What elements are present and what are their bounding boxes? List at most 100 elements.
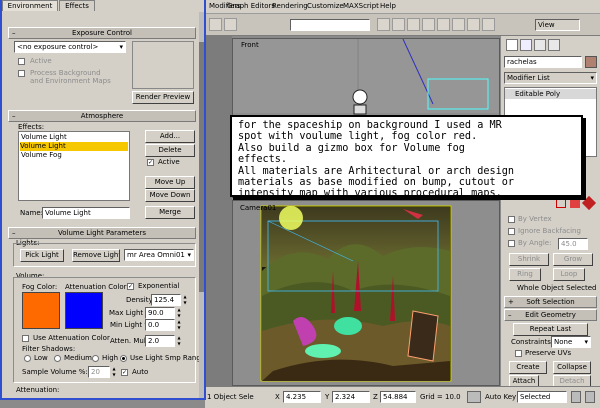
low-radio[interactable] <box>24 355 31 362</box>
element-icon[interactable] <box>581 195 597 211</box>
render-preview-button[interactable]: Render Preview <box>132 91 194 104</box>
align-icon[interactable] <box>392 18 405 31</box>
menu-graph-editors[interactable]: Graph Editors <box>227 2 275 10</box>
ring-button[interactable]: Ring <box>509 268 541 281</box>
atten-mult-field[interactable]: 2.0 <box>145 335 175 347</box>
tab-environment[interactable]: Environment <box>2 0 58 11</box>
loop-button[interactable]: Loop <box>553 268 585 281</box>
collapse-button[interactable]: Collapse <box>553 361 591 374</box>
shrink-button[interactable]: Shrink <box>509 253 549 266</box>
stack-item-editable-poly[interactable]: Editable Poly <box>505 89 596 99</box>
border-icon[interactable] <box>556 198 566 208</box>
volume-light-parameters-rollout[interactable]: – Volume Light Parameters <box>8 227 196 239</box>
key-filter-dropdown[interactable]: Selected <box>517 391 567 403</box>
modifier-list-dropdown[interactable]: Modifier List ▾ <box>504 72 597 84</box>
select-move-icon[interactable] <box>224 18 237 31</box>
by-vertex-checkbox[interactable] <box>508 216 515 223</box>
create-button[interactable]: Create <box>509 361 547 374</box>
density-field[interactable]: 125.4 <box>151 294 181 306</box>
medium-radio[interactable] <box>54 355 61 362</box>
curve-editor-icon[interactable] <box>422 18 435 31</box>
min-light-spinner[interactable]: ▲ ▼ <box>176 319 182 331</box>
effect-name-field[interactable]: Volume Light <box>42 207 130 219</box>
menu-rendering[interactable]: Rendering <box>272 2 308 10</box>
mirror-icon[interactable] <box>377 18 390 31</box>
render-setup-icon[interactable] <box>467 18 480 31</box>
material-editor-icon[interactable] <box>452 18 465 31</box>
dialog-scrollbar-thumb[interactable] <box>199 42 204 292</box>
hierarchy-tab-icon[interactable] <box>534 39 546 51</box>
remove-light-button[interactable]: Remove Light <box>72 249 120 262</box>
constraints-dropdown[interactable]: None ▾ <box>551 336 591 348</box>
use-light-smp-range-radio[interactable] <box>120 355 127 362</box>
edit-geometry-rollout[interactable]: – Edit Geometry <box>504 309 597 321</box>
name-label: Name: <box>20 209 44 217</box>
medium-label: Medium <box>64 354 92 362</box>
view-dropdown[interactable]: View <box>535 19 580 31</box>
named-selection-field[interactable] <box>290 19 370 31</box>
zoom-icon[interactable] <box>571 391 581 403</box>
exposure-control-rollout[interactable]: – Exposure Control <box>8 27 196 39</box>
soft-selection-rollout[interactable]: + Soft Selection <box>504 296 597 308</box>
viewport-label-camera[interactable]: Camera01 <box>240 204 276 213</box>
max-light-field[interactable]: 90.0 <box>145 307 175 319</box>
atten-mult-spinner[interactable]: ▲ ▼ <box>176 335 182 347</box>
effect-item-volume-light[interactable]: Volume Light <box>21 133 129 142</box>
polygon-icon[interactable] <box>570 198 580 208</box>
max-light-spinner[interactable]: ▲ ▼ <box>176 307 182 319</box>
x-coord-field[interactable]: 4.235 <box>283 391 321 403</box>
by-angle-field[interactable]: 45.0 <box>558 238 588 250</box>
pan-icon[interactable] <box>585 391 595 403</box>
process-background-checkbox[interactable] <box>18 70 25 77</box>
object-color-swatch[interactable] <box>585 56 597 68</box>
density-spinner[interactable]: ▲ ▼ <box>182 294 188 306</box>
fog-color-swatch[interactable] <box>22 292 60 329</box>
exposure-dropdown[interactable]: <no exposure control> ▾ <box>14 41 126 53</box>
ignore-backfacing-checkbox[interactable] <box>508 228 515 235</box>
exponential-checkbox[interactable]: ✓ <box>127 283 134 290</box>
preserve-uvs-checkbox[interactable] <box>515 350 522 357</box>
delete-effect-button[interactable]: Delete <box>145 144 195 157</box>
dialog-scrollbar[interactable] <box>199 12 204 398</box>
attenuation-color-swatch[interactable] <box>65 292 103 329</box>
modify-tab-icon[interactable] <box>520 39 532 51</box>
high-radio[interactable] <box>92 355 99 362</box>
sample-volume-spinner[interactable]: ▲ ▼ <box>111 366 117 378</box>
select-icon[interactable] <box>209 18 222 31</box>
use-attenuation-color-checkbox[interactable] <box>22 335 29 342</box>
min-light-field[interactable]: 0.0 <box>145 319 175 331</box>
menu-maxscript[interactable]: MAXScript <box>343 2 379 10</box>
by-angle-checkbox[interactable] <box>508 240 515 247</box>
sample-volume-field[interactable]: 20 <box>88 366 110 378</box>
pick-light-button[interactable]: Pick Light <box>20 249 64 262</box>
create-tab-icon[interactable] <box>506 39 518 51</box>
tab-effects[interactable]: Effects <box>59 0 95 11</box>
repeat-last-button[interactable]: Repeat Last <box>513 323 588 336</box>
motion-tab-icon[interactable] <box>548 39 560 51</box>
z-coord-field[interactable]: 54.884 <box>380 391 416 403</box>
atmosphere-rollout[interactable]: – Atmosphere <box>8 110 196 122</box>
effect-item-volume-fog[interactable]: Volume Fog <box>21 151 129 160</box>
effects-list[interactable]: Volume Light Volume Light Volume Fog <box>18 131 130 201</box>
light-list-dropdown[interactable]: mr Area Omni01 ▾ <box>124 249 194 261</box>
menu-customize[interactable]: Customize <box>307 2 344 10</box>
layer-icon[interactable] <box>407 18 420 31</box>
exposure-active-checkbox[interactable] <box>18 58 25 65</box>
key-icon[interactable] <box>467 391 481 403</box>
menu-help[interactable]: Help <box>380 2 396 10</box>
y-coord-field[interactable]: 2.324 <box>332 391 370 403</box>
add-effect-button[interactable]: Add... <box>145 130 195 143</box>
object-name-field[interactable]: rachelas <box>504 56 582 68</box>
auto-checkbox[interactable]: ✓ <box>121 369 128 376</box>
selection-status: Whole Object Selected <box>517 284 597 292</box>
merge-button[interactable]: Merge <box>145 206 195 219</box>
render-icon[interactable] <box>482 18 495 31</box>
schematic-icon[interactable] <box>437 18 450 31</box>
move-up-button[interactable]: Move Up <box>145 176 195 189</box>
move-down-button[interactable]: Move Down <box>145 189 195 202</box>
grow-button[interactable]: Grow <box>553 253 593 266</box>
effect-active-checkbox[interactable]: ✓ <box>147 159 154 166</box>
effect-item-volume-light-selected[interactable]: Volume Light <box>20 142 128 151</box>
camera-viewport[interactable]: Camera01 <box>232 200 500 386</box>
auto-key-button[interactable]: Auto Key <box>485 393 516 402</box>
